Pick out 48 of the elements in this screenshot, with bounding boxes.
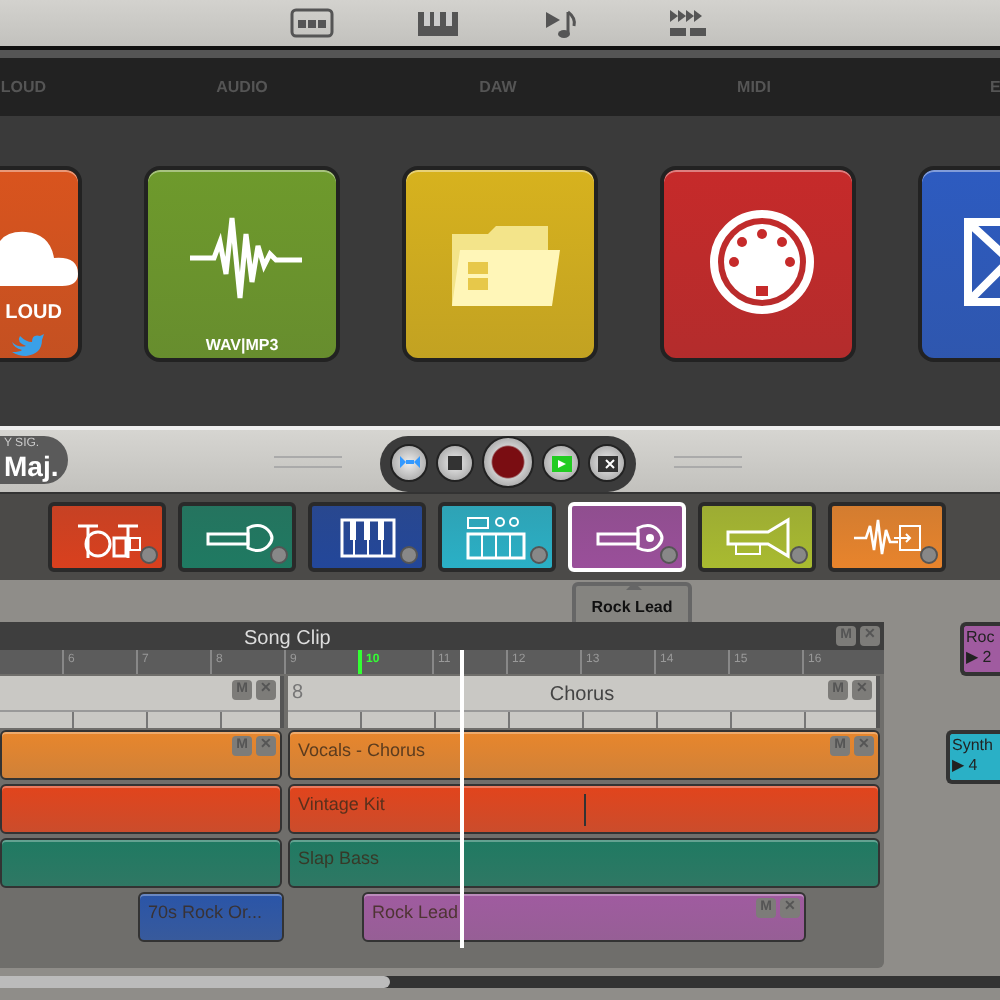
- clip-name: 70s Rock Or...: [148, 900, 263, 926]
- panel-title: Song Clip: [244, 626, 331, 653]
- fast-forward-icon[interactable]: [667, 7, 711, 39]
- clip-tile[interactable]: Synth ▶ 4: [946, 730, 1000, 784]
- clip-tile[interactable]: Roc ▶ 2: [960, 622, 1000, 676]
- loop-button[interactable]: [390, 444, 429, 482]
- instrument-button[interactable]: [178, 502, 296, 572]
- instrument-button[interactable]: [828, 502, 946, 572]
- scrollbar-thumb[interactable]: [0, 976, 390, 988]
- add-badge-icon[interactable]: [920, 546, 938, 564]
- clip-name: Slap Bass: [298, 846, 380, 872]
- play-icon: [549, 451, 574, 475]
- bird-icon: [10, 334, 46, 358]
- clip-count: ▶ 2: [966, 648, 994, 668]
- tile-label: LOUD: [5, 300, 62, 328]
- section-number: 8: [292, 680, 304, 708]
- track-clip[interactable]: [0, 838, 282, 888]
- clip-count: ▶ 4: [952, 756, 980, 776]
- track-clip[interactable]: Slap Bass: [288, 838, 880, 888]
- source-tile[interactable]: WAV|MP3: [144, 166, 340, 362]
- section-name: Chorus: [549, 684, 615, 706]
- instrument-button[interactable]: [308, 502, 426, 572]
- source-tile[interactable]: [660, 166, 856, 362]
- clip-name: Synth: [952, 736, 995, 756]
- instrument-button[interactable]: [698, 502, 816, 572]
- clip-name: Roc: [966, 628, 997, 648]
- source-tile[interactable]: [402, 166, 598, 362]
- add-badge-icon[interactable]: [530, 546, 548, 564]
- track-clip[interactable]: 70s Rock Or...: [138, 892, 284, 942]
- instrument-button[interactable]: [48, 502, 166, 572]
- track-clip[interactable]: Vintage Kit: [288, 784, 880, 834]
- clear-icon: [595, 451, 620, 475]
- grid-view-icon[interactable]: [289, 7, 333, 39]
- piano-keys-icon[interactable]: [415, 7, 459, 39]
- record-button[interactable]: [482, 435, 535, 487]
- clip-name: Vocals - Chorus: [298, 738, 426, 764]
- source-tile[interactable]: LOUD: [0, 166, 82, 362]
- instrument-button[interactable]: [438, 502, 556, 572]
- add-badge-icon[interactable]: [400, 546, 418, 564]
- clip-name: Rock Lead: [372, 900, 459, 926]
- track-clip[interactable]: [0, 784, 282, 834]
- play-button[interactable]: [542, 444, 581, 482]
- clip-name: Vintage Kit: [298, 792, 385, 818]
- stop-button[interactable]: [436, 444, 475, 482]
- clear-button[interactable]: [588, 444, 627, 482]
- stop-icon: [443, 451, 468, 475]
- add-badge-icon[interactable]: [790, 546, 808, 564]
- tile-label: WAV|MP3: [203, 334, 281, 358]
